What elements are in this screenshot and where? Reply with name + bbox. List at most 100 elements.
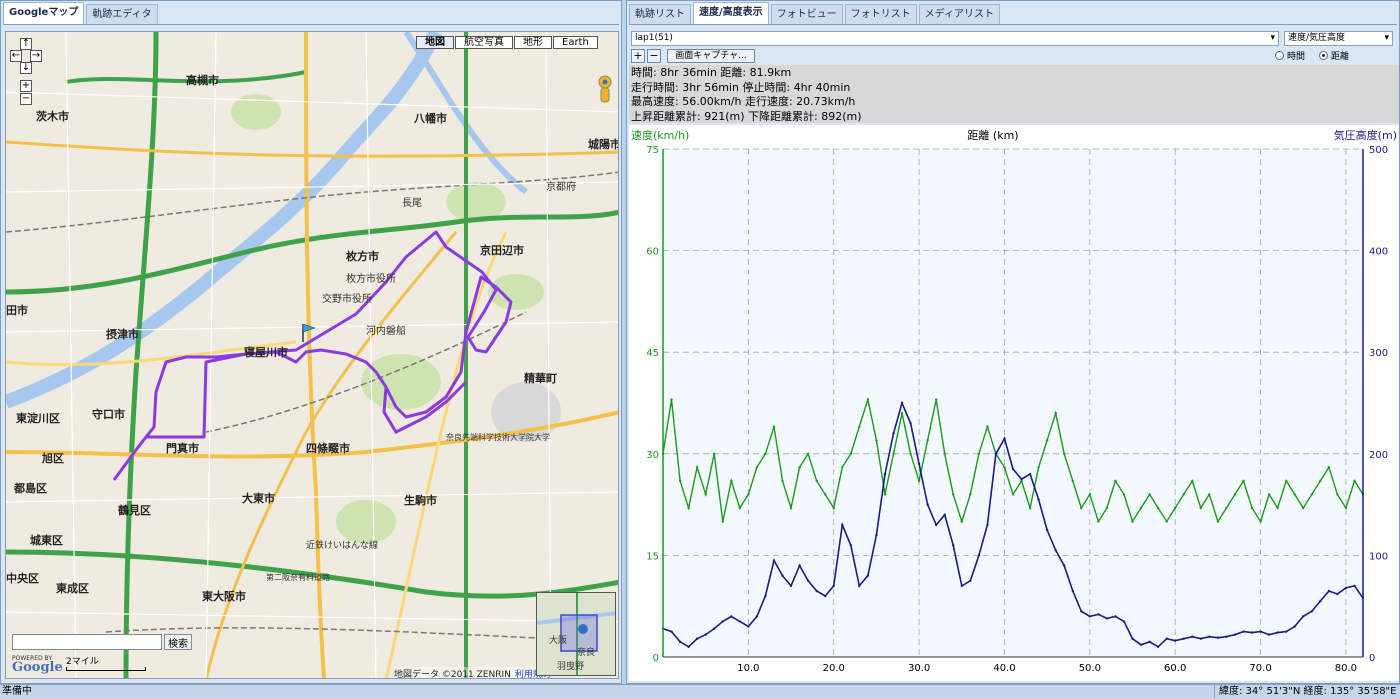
map-label: 田市: [6, 304, 28, 317]
altitude-point: [1122, 620, 1126, 623]
map-label: 茨木市: [36, 110, 69, 123]
speed-point: [1233, 493, 1237, 496]
speed-point: [781, 479, 784, 483]
altitude-point: [1336, 592, 1339, 596]
speed-point: [1114, 479, 1117, 483]
speed-point: [687, 506, 690, 510]
track-stats: 時間: 8hr 36min 距離: 81.9km 走行時間: 3hr 56min…: [629, 65, 1399, 123]
pan-down-icon[interactable]: ↓: [20, 62, 32, 74]
map-type-satellite[interactable]: 航空写真: [455, 36, 513, 49]
altitude-point: [781, 574, 784, 577]
speed-point: [1250, 506, 1254, 510]
speed-point: [892, 452, 895, 455]
speed-point: [1216, 520, 1220, 523]
zoom-out-icon[interactable]: −: [20, 93, 32, 105]
altitude-point: [900, 401, 904, 405]
scale-label: 2マイル: [66, 657, 99, 667]
chevron-down-icon: ▾: [1270, 33, 1275, 43]
map-type-earth[interactable]: Earth: [553, 36, 598, 49]
tab-track-list[interactable]: 軌跡リスト: [629, 4, 691, 24]
status-bar: 準備中 緯度: 34° 51'3"N 経度: 135° 35'58"E: [0, 684, 1400, 699]
lap-select[interactable]: lap1(51) ▾: [631, 31, 1279, 46]
plot-area: [663, 149, 1363, 657]
altitude-point: [960, 584, 963, 588]
speed-point: [1003, 466, 1006, 469]
graph-zoom-out-button[interactable]: −: [647, 48, 661, 63]
altitude-point: [1028, 472, 1032, 476]
speed-point: [1259, 520, 1262, 523]
speed-point: [1105, 506, 1109, 510]
map-type-map[interactable]: 地図: [416, 36, 454, 49]
radio-label: 距離: [1331, 52, 1350, 62]
altitude-point: [1250, 631, 1254, 634]
map-label: 長尾: [402, 198, 422, 209]
speed-point: [1165, 520, 1168, 523]
speed-point: [1080, 506, 1083, 510]
map-label: 京都府: [546, 182, 576, 193]
altitude-point: [1105, 617, 1109, 620]
tab-google-map[interactable]: Googleマップ: [3, 2, 85, 24]
speed-point: [1148, 493, 1151, 496]
map-view[interactable]: 高槻市 茨木市 八幡市 城陽市 枚方市 京田辺市 摂津市 寝屋川市 精華町 守口…: [5, 31, 619, 679]
altitude-point: [1037, 498, 1040, 501]
y-left-tick-label: 0: [653, 653, 659, 664]
zoom-in-icon[interactable]: +: [20, 80, 32, 92]
altitude-point: [1293, 625, 1296, 628]
speed-point: [849, 452, 852, 455]
pan-up-icon[interactable]: ↑: [20, 38, 32, 50]
y-left-axis-title: 速度(km/h): [631, 128, 689, 142]
street-view-pegman-icon[interactable]: [596, 72, 614, 112]
altitude-point: [952, 544, 955, 547]
altitude-point: [730, 615, 733, 618]
speed-point: [1242, 479, 1245, 483]
altitude-point: [1045, 528, 1049, 532]
altitude-point: [986, 523, 989, 527]
map-label: 城陽市: [588, 138, 619, 151]
map-type-terrain[interactable]: 地形: [514, 36, 552, 49]
tab-track-editor[interactable]: 軌跡エディタ: [86, 4, 158, 24]
map-label: 寝屋川市: [244, 346, 288, 359]
pan-right-icon[interactable]: →: [30, 50, 42, 62]
speed-point: [1336, 493, 1339, 496]
altitude-point: [1267, 633, 1271, 636]
altitude-point: [969, 579, 972, 582]
altitude-point: [977, 554, 981, 557]
map-search-button[interactable]: 検索: [164, 634, 192, 650]
altitude-point: [1344, 586, 1348, 590]
speed-point: [1327, 466, 1331, 469]
radio-time[interactable]: 時間: [1275, 49, 1305, 62]
map-search-input[interactable]: [12, 634, 162, 650]
tab-media-list[interactable]: メディアリスト: [918, 4, 1000, 24]
tab-speed-altitude[interactable]: 速度/高度表示: [693, 2, 769, 24]
tab-photo-view[interactable]: フォトビュー: [770, 4, 843, 24]
x-axis-mode: 時間 距離: [1275, 49, 1349, 62]
speed-point: [815, 479, 818, 483]
x-tick-label: 10.0: [737, 663, 759, 674]
tab-photo-list[interactable]: フォトリスト: [844, 4, 917, 24]
map-search: 検索: [12, 634, 192, 650]
overview-map[interactable]: 大阪 奈良 羽曳野: [536, 592, 616, 676]
speed-point: [1344, 506, 1348, 510]
graph-type-select[interactable]: 速度/気圧高度 ▾: [1284, 31, 1393, 46]
altitude-point: [1020, 478, 1023, 481]
y-right-tick-label: 0: [1369, 653, 1375, 664]
altitude-point: [687, 645, 690, 648]
screen-capture-button[interactable]: 画面キャプチャ...: [667, 48, 755, 63]
altitude-point: [721, 620, 724, 623]
map-label: 生駒市: [404, 494, 437, 507]
altitude-point: [764, 594, 767, 598]
altitude-point: [713, 627, 716, 630]
altitude-point: [935, 523, 938, 527]
pan-left-icon[interactable]: ←: [10, 50, 22, 62]
speed-altitude-chart[interactable]: 10.0 20.0 30.0 40.0 50.0 60.0 70.0 80.0 0 15 30 45 6…: [629, 125, 1399, 681]
altitude-point: [1242, 630, 1245, 633]
altitude-point: [695, 637, 699, 640]
altitude-point: [1182, 637, 1185, 640]
graph-zoom-in-button[interactable]: +: [631, 48, 645, 63]
speed-point: [917, 479, 921, 483]
y-right-tick-label: 300: [1369, 348, 1388, 359]
altitude-point: [815, 589, 818, 593]
radio-distance[interactable]: 距離: [1319, 49, 1349, 62]
altitude-point: [1199, 637, 1202, 640]
altitude-point: [1071, 589, 1074, 593]
